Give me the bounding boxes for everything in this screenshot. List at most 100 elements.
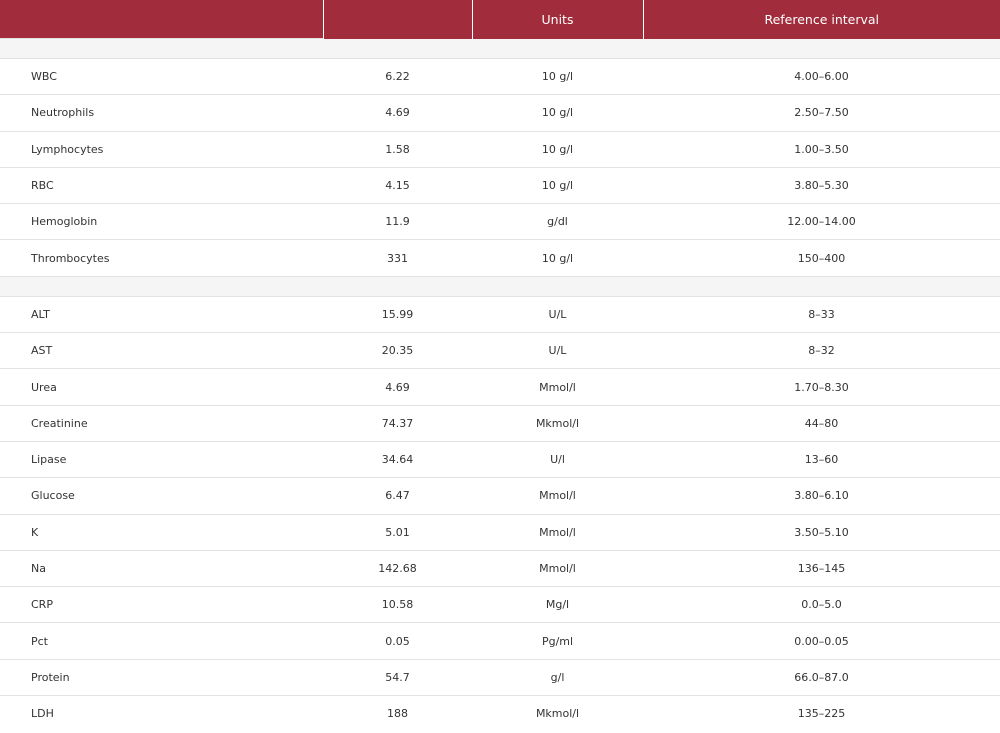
table-row: K 5.01 Mmol/l 3.50–5.10 [0, 514, 1000, 551]
units-cell: Mg/l [472, 586, 643, 624]
units-cell: g/dl [472, 203, 643, 241]
reference-interval-cell: 12.00–14.00 [643, 203, 1000, 241]
section-separator [0, 38, 1000, 59]
section-separator [0, 275, 1000, 297]
value-cell: 0.05 [323, 622, 472, 660]
header-value [322, 0, 472, 39]
test-name-cell: CRP [0, 586, 323, 624]
test-name-cell: RBC [0, 167, 323, 205]
value-cell: 4.69 [323, 368, 472, 406]
table-row: Urea 4.69 Mmol/l 1.70–8.30 [0, 368, 1000, 406]
units-cell: 10 g/l [472, 131, 643, 168]
lab-results-table: Units Reference interval WBC 6.22 10 g/l 4.… [0, 0, 1000, 731]
reference-interval-cell: 4.00–6.00 [643, 58, 1000, 96]
units-cell: Mkmol/l [472, 405, 643, 442]
table-row: Protein 54.7 g/l 66.0–87.0 [0, 659, 1000, 697]
value-cell: 1.58 [323, 131, 472, 168]
test-name-cell: Urea [0, 368, 323, 406]
table-row: LDH 188 Mkmol/l 135–225 [0, 696, 1000, 732]
value-cell: 142.68 [323, 550, 472, 588]
table-row: Hemoglobin 11.9 g/dl 12.00–14.00 [0, 203, 1000, 241]
units-cell: Mmol/l [472, 550, 643, 588]
test-name-cell: Protein [0, 659, 323, 697]
table-row: RBC 4.15 10 g/l 3.80–5.30 [0, 167, 1000, 205]
value-cell: 6.22 [323, 58, 472, 96]
test-name-cell: Na [0, 550, 323, 588]
value-cell: 15.99 [323, 296, 472, 334]
test-name-cell: WBC [0, 58, 323, 96]
units-cell: Mmol/l [472, 477, 643, 515]
separator-cell [323, 38, 472, 59]
value-cell: 10.58 [323, 586, 472, 624]
test-name-cell: Lymphocytes [0, 131, 323, 168]
separator-cell [323, 276, 472, 297]
header-test [0, 0, 323, 39]
test-name-cell: ALT [0, 296, 323, 334]
reference-interval-cell: 2.50–7.50 [643, 94, 1000, 132]
value-cell: 11.9 [323, 203, 472, 241]
reference-interval-cell: 3.80–5.30 [643, 167, 1000, 205]
separator-cell [643, 38, 1000, 59]
reference-interval-cell: 136–145 [643, 550, 1000, 588]
reference-interval-cell: 150–400 [643, 239, 1000, 277]
test-name-cell: Creatinine [0, 405, 323, 442]
reference-interval-cell: 3.80–6.10 [643, 477, 1000, 515]
table-header: Units Reference interval [0, 0, 1000, 39]
table-row: WBC 6.22 10 g/l 4.00–6.00 [0, 58, 1000, 96]
reference-interval-cell: 8–32 [643, 332, 1000, 370]
reference-interval-cell: 1.70–8.30 [643, 368, 1000, 406]
value-cell: 20.35 [323, 332, 472, 370]
separator-cell [472, 38, 643, 59]
value-cell: 54.7 [323, 659, 472, 697]
header-units: Units [471, 0, 643, 39]
value-cell: 74.37 [323, 405, 472, 442]
table-row: Na 142.68 Mmol/l 136–145 [0, 550, 1000, 588]
reference-interval-cell: 13–60 [643, 441, 1000, 479]
units-cell: 10 g/l [472, 239, 643, 277]
table-body: WBC 6.22 10 g/l 4.00–6.00 Neutrophils 4.69 10 … [0, 38, 1000, 732]
units-cell: Mmol/l [472, 514, 643, 551]
table-row: Thrombocytes 331 10 g/l 150–400 [0, 239, 1000, 277]
table-row: Lymphocytes 1.58 10 g/l 1.00–3.50 [0, 131, 1000, 168]
table-row: Lipase 34.64 U/l 13–60 [0, 441, 1000, 479]
units-cell: 10 g/l [472, 94, 643, 132]
separator-cell [643, 276, 1000, 297]
separator-cell [0, 275, 323, 297]
test-name-cell: K [0, 514, 323, 551]
value-cell: 5.01 [323, 514, 472, 551]
test-name-cell: Thrombocytes [0, 239, 323, 277]
value-cell: 4.69 [323, 94, 472, 132]
units-cell: U/l [472, 441, 643, 479]
table-row: AST 20.35 U/L 8–32 [0, 332, 1000, 370]
test-name-cell: Lipase [0, 441, 323, 479]
value-cell: 34.64 [323, 441, 472, 479]
units-cell: g/l [472, 659, 643, 697]
reference-interval-cell: 135–225 [797, 707, 846, 721]
units-cell: 10 g/l [472, 167, 643, 205]
separator-cell [0, 38, 323, 59]
value-cell: 4.15 [323, 167, 472, 205]
reference-interval-cell: 8–33 [643, 296, 1000, 334]
units-cell: Mkmol/l [535, 707, 580, 721]
test-name-cell: AST [0, 332, 323, 370]
separator-cell [472, 276, 643, 297]
reference-interval-cell: 0.0–5.0 [643, 586, 1000, 624]
reference-interval-cell: 0.00–0.05 [643, 622, 1000, 660]
test-name-cell: Glucose [0, 477, 323, 515]
test-name-cell: Neutrophils [0, 94, 323, 132]
header-row: Units Reference interval [0, 0, 1000, 39]
units-cell: Mmol/l [472, 368, 643, 406]
test-name-cell: LDH [31, 707, 54, 721]
units-cell: Pg/ml [472, 622, 643, 660]
table-row: Creatinine 74.37 Mkmol/l 44–80 [0, 405, 1000, 442]
units-cell: U/L [472, 332, 643, 370]
value-cell: 6.47 [323, 477, 472, 515]
test-name-cell: Hemoglobin [0, 203, 323, 241]
reference-interval-cell: 66.0–87.0 [643, 659, 1000, 697]
table-row: Glucose 6.47 Mmol/l 3.80–6.10 [0, 477, 1000, 515]
table-row: CRP 10.58 Mg/l 0.0–5.0 [0, 586, 1000, 624]
table-row: Neutrophils 4.69 10 g/l 2.50–7.50 [0, 94, 1000, 132]
reference-interval-cell: 1.00–3.50 [643, 131, 1000, 168]
units-cell: 10 g/l [472, 58, 643, 96]
reference-interval-cell: 44–80 [643, 405, 1000, 442]
